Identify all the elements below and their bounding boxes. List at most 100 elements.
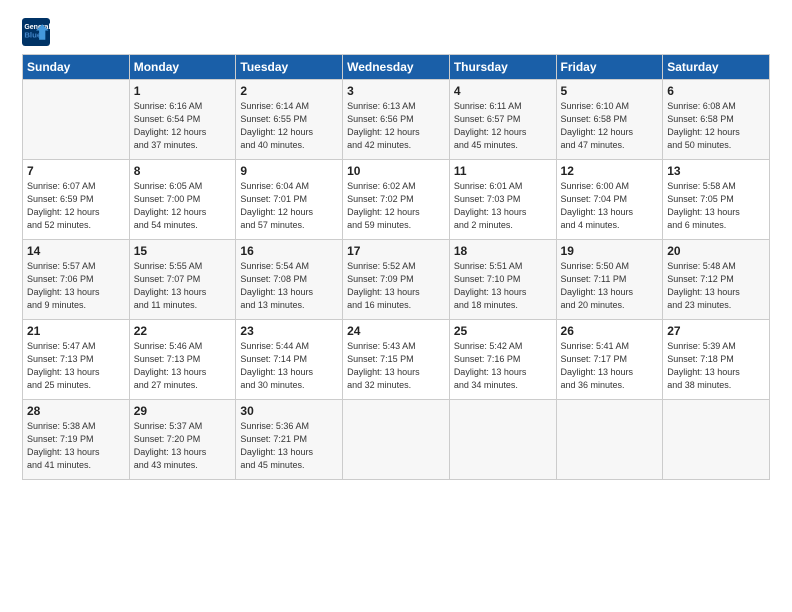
header-wednesday: Wednesday xyxy=(343,55,450,80)
calendar-cell: 19 Sunrise: 5:50 AM Sunset: 7:11 PM Dayli… xyxy=(556,240,663,320)
cell-content: Sunrise: 5:43 AM Sunset: 7:15 PM Dayligh… xyxy=(347,340,445,392)
calendar-cell: 21Sunrise: 5:47 AM Sunset: 7:13 PM Dayli… xyxy=(23,320,130,400)
day-number: 18 xyxy=(454,244,552,258)
cell-content: Sunrise: 5:50 AM Sunset: 7:11 PM Dayligh… xyxy=(561,260,659,312)
calendar-cell: 9 Sunrise: 6:04 AM Sunset: 7:01 PM Daylig… xyxy=(236,160,343,240)
logo: General Blue xyxy=(22,18,56,46)
cell-content: Sunrise: 5:51 AM Sunset: 7:10 PM Dayligh… xyxy=(454,260,552,312)
calendar-cell: 25Sunrise: 5:42 AM Sunset: 7:16 PM Dayli… xyxy=(449,320,556,400)
header-sunday: Sunday xyxy=(23,55,130,80)
cell-content: Sunrise: 6:01 AM Sunset: 7:03 PM Dayligh… xyxy=(454,180,552,232)
calendar-cell: 13 Sunrise: 5:58 AM Sunset: 7:05 PM Dayli… xyxy=(663,160,770,240)
day-number: 6 xyxy=(667,84,765,98)
header-tuesday: Tuesday xyxy=(236,55,343,80)
cell-content: Sunrise: 5:52 AM Sunset: 7:09 PM Dayligh… xyxy=(347,260,445,312)
day-number: 19 xyxy=(561,244,659,258)
calendar-cell: 5 Sunrise: 6:10 AM Sunset: 6:58 PM Daylig… xyxy=(556,80,663,160)
calendar-cell: 18 Sunrise: 5:51 AM Sunset: 7:10 PM Dayli… xyxy=(449,240,556,320)
cell-content: Sunrise: 5:37 AM Sunset: 7:20 PM Dayligh… xyxy=(134,420,232,472)
day-number: 8 xyxy=(134,164,232,178)
calendar-cell: 16 Sunrise: 5:54 AM Sunset: 7:08 PM Dayli… xyxy=(236,240,343,320)
day-number: 25 xyxy=(454,324,552,338)
cell-content: Sunrise: 6:11 AM Sunset: 6:57 PM Dayligh… xyxy=(454,100,552,152)
calendar-cell: 8 Sunrise: 6:05 AM Sunset: 7:00 PM Daylig… xyxy=(129,160,236,240)
cell-content: Sunrise: 6:08 AM Sunset: 6:58 PM Dayligh… xyxy=(667,100,765,152)
calendar-cell: 28 Sunrise: 5:38 AM Sunset: 7:19 PM Dayli… xyxy=(23,400,130,480)
calendar-cell xyxy=(23,80,130,160)
day-number: 11 xyxy=(454,164,552,178)
day-number: 3 xyxy=(347,84,445,98)
day-number: 14 xyxy=(27,244,125,258)
header-row: SundayMondayTuesdayWednesdayThursdayFrid… xyxy=(23,55,770,80)
calendar-cell: 10 Sunrise: 6:02 AM Sunset: 7:02 PM Dayli… xyxy=(343,160,450,240)
day-number: 13 xyxy=(667,164,765,178)
calendar-cell: 2Sunrise: 6:14 AM Sunset: 6:55 PM Daylig… xyxy=(236,80,343,160)
week-row-1: 1Sunrise: 6:16 AM Sunset: 6:54 PM Daylig… xyxy=(23,80,770,160)
header-friday: Friday xyxy=(556,55,663,80)
calendar-cell: 17 Sunrise: 5:52 AM Sunset: 7:09 PM Dayli… xyxy=(343,240,450,320)
cell-content: Sunrise: 6:14 AM Sunset: 6:55 PM Dayligh… xyxy=(240,100,338,152)
day-number: 1 xyxy=(134,84,232,98)
calendar-cell xyxy=(556,400,663,480)
calendar-cell: 27 Sunrise: 5:39 AM Sunset: 7:18 PM Dayli… xyxy=(663,320,770,400)
day-number: 9 xyxy=(240,164,338,178)
cell-content: Sunrise: 6:02 AM Sunset: 7:02 PM Dayligh… xyxy=(347,180,445,232)
cell-content: Sunrise: 5:46 AM Sunset: 7:13 PM Dayligh… xyxy=(134,340,232,392)
calendar-cell: 15 Sunrise: 5:55 AM Sunset: 7:07 PM Dayli… xyxy=(129,240,236,320)
day-number: 29 xyxy=(134,404,232,418)
calendar-cell xyxy=(449,400,556,480)
calendar-cell: 12 Sunrise: 6:00 AM Sunset: 7:04 PM Dayli… xyxy=(556,160,663,240)
cell-content: Sunrise: 6:05 AM Sunset: 7:00 PM Dayligh… xyxy=(134,180,232,232)
cell-content: Sunrise: 5:55 AM Sunset: 7:07 PM Dayligh… xyxy=(134,260,232,312)
calendar-cell: 23Sunrise: 5:44 AM Sunset: 7:14 PM Dayli… xyxy=(236,320,343,400)
day-number: 7 xyxy=(27,164,125,178)
cell-content: Sunrise: 5:38 AM Sunset: 7:19 PM Dayligh… xyxy=(27,420,125,472)
day-number: 23 xyxy=(240,324,338,338)
cell-content: Sunrise: 6:07 AM Sunset: 6:59 PM Dayligh… xyxy=(27,180,125,232)
day-number: 28 xyxy=(27,404,125,418)
calendar-cell: 3Sunrise: 6:13 AM Sunset: 6:56 PM Daylig… xyxy=(343,80,450,160)
header-monday: Monday xyxy=(129,55,236,80)
day-number: 21 xyxy=(27,324,125,338)
week-row-3: 14 Sunrise: 5:57 AM Sunset: 7:06 PM Dayli… xyxy=(23,240,770,320)
calendar-cell: 30 Sunrise: 5:36 AM Sunset: 7:21 PM Dayli… xyxy=(236,400,343,480)
cell-content: Sunrise: 5:39 AM Sunset: 7:18 PM Dayligh… xyxy=(667,340,765,392)
day-number: 20 xyxy=(667,244,765,258)
calendar-page: General Blue SundayMondayTuesdayWednesda… xyxy=(0,0,792,490)
calendar-cell: 6 Sunrise: 6:08 AM Sunset: 6:58 PM Daylig… xyxy=(663,80,770,160)
header: General Blue xyxy=(22,18,770,46)
cell-content: Sunrise: 5:41 AM Sunset: 7:17 PM Dayligh… xyxy=(561,340,659,392)
calendar-cell: 7 Sunrise: 6:07 AM Sunset: 6:59 PM Daylig… xyxy=(23,160,130,240)
cell-content: Sunrise: 6:10 AM Sunset: 6:58 PM Dayligh… xyxy=(561,100,659,152)
cell-content: Sunrise: 6:00 AM Sunset: 7:04 PM Dayligh… xyxy=(561,180,659,232)
calendar-cell: 11 Sunrise: 6:01 AM Sunset: 7:03 PM Dayli… xyxy=(449,160,556,240)
day-number: 16 xyxy=(240,244,338,258)
calendar-cell: 29 Sunrise: 5:37 AM Sunset: 7:20 PM Dayli… xyxy=(129,400,236,480)
cell-content: Sunrise: 5:36 AM Sunset: 7:21 PM Dayligh… xyxy=(240,420,338,472)
cell-content: Sunrise: 5:54 AM Sunset: 7:08 PM Dayligh… xyxy=(240,260,338,312)
calendar-cell: 22 Sunrise: 5:46 AM Sunset: 7:13 PM Dayli… xyxy=(129,320,236,400)
calendar-cell: 14 Sunrise: 5:57 AM Sunset: 7:06 PM Dayli… xyxy=(23,240,130,320)
week-row-5: 28 Sunrise: 5:38 AM Sunset: 7:19 PM Dayli… xyxy=(23,400,770,480)
week-row-4: 21Sunrise: 5:47 AM Sunset: 7:13 PM Dayli… xyxy=(23,320,770,400)
day-number: 27 xyxy=(667,324,765,338)
day-number: 26 xyxy=(561,324,659,338)
day-number: 30 xyxy=(240,404,338,418)
cell-content: Sunrise: 6:04 AM Sunset: 7:01 PM Dayligh… xyxy=(240,180,338,232)
day-number: 24 xyxy=(347,324,445,338)
day-number: 4 xyxy=(454,84,552,98)
calendar-cell: 4 Sunrise: 6:11 AM Sunset: 6:57 PM Daylig… xyxy=(449,80,556,160)
day-number: 12 xyxy=(561,164,659,178)
day-number: 22 xyxy=(134,324,232,338)
day-number: 15 xyxy=(134,244,232,258)
calendar-cell: 20Sunrise: 5:48 AM Sunset: 7:12 PM Dayli… xyxy=(663,240,770,320)
day-number: 17 xyxy=(347,244,445,258)
day-number: 10 xyxy=(347,164,445,178)
header-thursday: Thursday xyxy=(449,55,556,80)
week-row-2: 7 Sunrise: 6:07 AM Sunset: 6:59 PM Daylig… xyxy=(23,160,770,240)
header-saturday: Saturday xyxy=(663,55,770,80)
cell-content: Sunrise: 5:58 AM Sunset: 7:05 PM Dayligh… xyxy=(667,180,765,232)
day-number: 5 xyxy=(561,84,659,98)
cell-content: Sunrise: 5:57 AM Sunset: 7:06 PM Dayligh… xyxy=(27,260,125,312)
calendar-cell xyxy=(343,400,450,480)
